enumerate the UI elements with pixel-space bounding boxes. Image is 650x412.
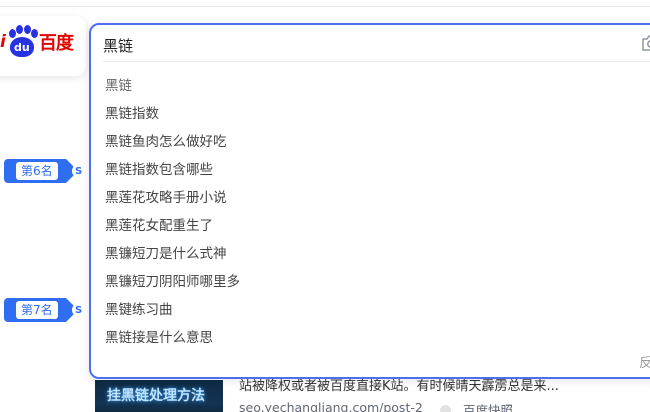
link-icon: S [71,164,86,178]
logo-du: du [9,37,34,57]
rank-label: 第6名 [16,162,58,180]
search-box-dropdown: 黑链 黑链指数 黑链鱼肉怎么做好吃 黑链指数包含哪些 黑莲花攻略手册小说 黑莲花… [89,23,650,379]
result-url[interactable]: seo.yechangliang.com/post-2 [239,400,423,412]
camera-icon[interactable] [641,34,650,52]
logo-letter: i [0,32,6,52]
search-results-page: i du 百度 第6名 S 第7名 S 挂黑链处理方法 站被降权或者被百度直接K… [0,0,650,412]
snapshot-label: 百度快照 [463,403,514,412]
suggestion-list: 黑链 黑链指数 黑链鱼肉怎么做好吃 黑链指数包含哪些 黑莲花攻略手册小说 黑莲花… [91,72,650,352]
suggestion-item[interactable]: 黑链指数包含哪些 [91,156,650,184]
suggestion-item[interactable]: 黑链接是什么意思 [91,324,650,352]
suggestion-item[interactable]: 黑键练习曲 [91,296,650,324]
suggestion-item[interactable]: 黑莲花攻略手册小说 [91,184,650,212]
rank-tag: 第6名 [4,159,78,183]
rank-badge-7: 第7名 S [0,296,86,324]
suggestion-item[interactable]: 黑链指数 [91,100,650,128]
suggestion-item[interactable]: 黑莲花女配重生了 [91,212,650,240]
logo-wordmark: 百度 [38,33,74,54]
header-divider [0,6,650,7]
snapshot-link[interactable]: 百度快照 [440,400,513,412]
link-icon: S [71,303,86,317]
rank-label: 第7名 [16,301,58,319]
suggestion-item[interactable]: 黑镰短刀是什么式神 [91,240,650,268]
baidu-logo[interactable]: i du 百度 [0,22,74,62]
feedback-link[interactable]: 反 [639,352,650,371]
paw-icon: du [7,25,38,59]
input-divider [103,61,650,62]
search-input[interactable] [103,34,623,56]
thumbnail-title: 挂黑链处理方法 [107,388,205,404]
suggestion-item[interactable]: 黑链 [91,72,650,100]
suggestion-item[interactable]: 黑链鱼肉怎么做好吃 [91,128,650,156]
result-thumbnail[interactable]: 挂黑链处理方法 [95,380,223,412]
shield-icon [440,405,451,412]
rank-tag: 第7名 [4,298,78,322]
suggestion-item[interactable]: 黑镰短刀阴阳师哪里多 [91,268,650,296]
rank-badge-6: 第6名 S [0,157,86,185]
